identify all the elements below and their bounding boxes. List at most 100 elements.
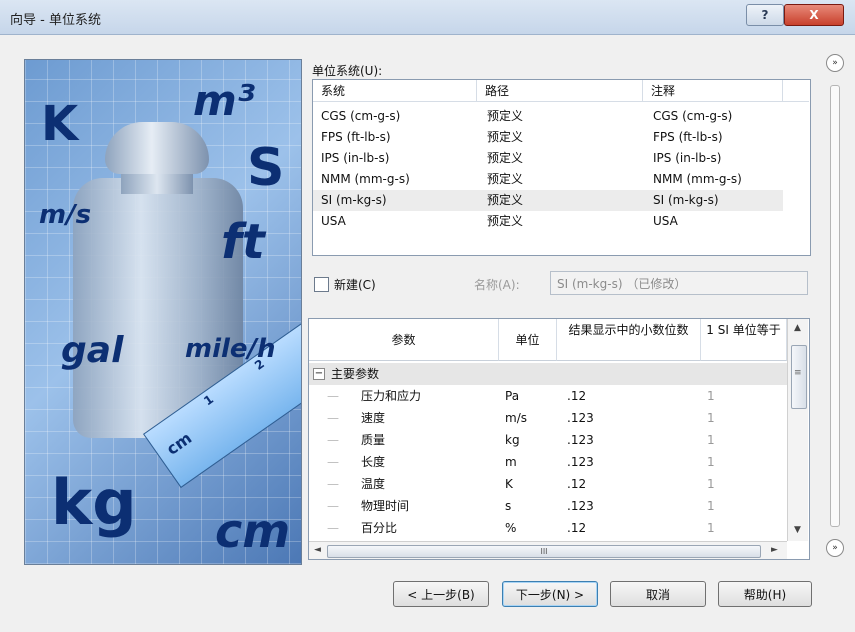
table-row[interactable]: — 速度 m/s .123 1 — [309, 407, 789, 429]
system-note: IPS (in-lb-s) — [653, 151, 722, 165]
cancel-button[interactable]: 取消 — [610, 581, 706, 607]
wizard-content: cm 1 2 3 K m³ S m/s ft gal mile/h kg cm … — [0, 35, 855, 632]
unit-m3: m³ — [193, 76, 256, 125]
weight-knob — [105, 122, 209, 174]
tree-line: — — [327, 389, 339, 403]
system-note: SI (m-kg-s) — [653, 193, 719, 207]
column-header-unit[interactable]: 单位 — [499, 319, 557, 361]
param-name: 物理时间 — [361, 499, 410, 513]
table-row[interactable]: — 物理时间 s .123 1 — [309, 495, 789, 517]
unit-ms: m/s — [39, 200, 92, 230]
name-field: SI (m-kg-s) （已修改） — [550, 271, 808, 295]
tree-line: — — [327, 433, 339, 447]
column-header-path[interactable]: 路径 — [477, 80, 643, 102]
param-decimals: .123 — [567, 411, 594, 425]
list-item[interactable]: NMM (mm-g-s) 预定义 NMM (mm-g-s) — [313, 169, 783, 190]
column-header-decimals[interactable]: 结果显示中的小数位数 — [557, 319, 701, 361]
param-unit: m/s — [505, 411, 527, 425]
param-unit: m — [505, 455, 517, 469]
system-name: FPS (ft-lb-s) — [321, 130, 391, 144]
list-item-selected[interactable]: SI (m-kg-s) 预定义 SI (m-kg-s) — [313, 190, 783, 211]
collapse-top-icon[interactable]: » — [826, 54, 844, 72]
back-button[interactable]: < 上一步(B) — [393, 581, 489, 607]
collapse-toggle-icon[interactable]: − — [313, 368, 325, 380]
param-unit: K — [505, 477, 513, 491]
unit-mile-h: mile/h — [185, 334, 276, 364]
system-path: 预定义 — [487, 130, 524, 144]
param-unit: % — [505, 521, 517, 535]
table-row[interactable]: — 长度 m .123 1 — [309, 451, 789, 473]
scroll-up-icon[interactable]: ▲ — [794, 323, 801, 333]
group-row-main[interactable]: − 主要参数 — [309, 363, 789, 385]
system-path: 预定义 — [487, 193, 524, 207]
param-name: 百分比 — [361, 521, 398, 535]
param-si: 1 — [707, 411, 715, 425]
system-note: NMM (mm-g-s) — [653, 172, 742, 186]
param-decimals: .12 — [567, 477, 587, 491]
param-decimals: .123 — [567, 499, 594, 513]
param-unit: s — [505, 499, 512, 513]
table-row[interactable]: — 温度 K .12 1 — [309, 473, 789, 495]
unit-system-list[interactable]: 系统 路径 注释 CGS (cm-g-s) 预定义 CGS (cm-g-s) F… — [312, 79, 811, 256]
system-note: USA — [653, 214, 678, 228]
parameter-grid[interactable]: 参数 单位 结果显示中的小数位数 1 SI 单位等于 − 主要参数 — 压力和应… — [308, 318, 810, 560]
header-text: 1 SI 单位等于 — [706, 323, 781, 337]
param-decimals: .123 — [567, 433, 594, 447]
horizontal-scrollbar[interactable]: ◄ III ► — [309, 541, 787, 559]
system-name: SI (m-kg-s) — [321, 193, 387, 207]
column-header-parameter[interactable]: 参数 — [309, 319, 499, 361]
next-button[interactable]: 下一步(N) > — [502, 581, 598, 607]
unit-ft: ft — [221, 214, 265, 270]
unit-gal: gal — [61, 330, 124, 371]
param-decimals: .123 — [567, 455, 594, 469]
list-item[interactable]: USA 预定义 USA — [313, 211, 783, 232]
unit-system-label: 单位系统(U): — [312, 64, 383, 78]
list-item[interactable]: CGS (cm-g-s) 预定义 CGS (cm-g-s) — [313, 106, 783, 127]
table-row[interactable]: — 百分比 % .12 1 — [309, 517, 789, 539]
tree-line: — — [327, 477, 339, 491]
param-name: 长度 — [361, 455, 386, 469]
collapse-bottom-icon[interactable]: » — [826, 539, 844, 557]
param-decimals: .12 — [567, 389, 587, 403]
system-path: 预定义 — [487, 151, 524, 165]
new-checkbox[interactable] — [314, 277, 329, 292]
scroll-left-icon[interactable]: ◄ — [314, 545, 321, 555]
close-icon[interactable]: X — [784, 4, 844, 26]
column-header-notes[interactable]: 注释 — [643, 80, 783, 102]
tree-line: — — [327, 455, 339, 469]
param-si: 1 — [707, 521, 715, 535]
table-row[interactable]: — 质量 kg .123 1 — [309, 429, 789, 451]
tree-line: — — [327, 521, 339, 535]
column-header-filler — [783, 80, 809, 102]
ruler-mark: 1 — [201, 392, 217, 409]
grip-icon: ≡ — [794, 368, 802, 378]
param-decimals: .12 — [567, 521, 587, 535]
tree-line: — — [327, 499, 339, 513]
column-header-system[interactable]: 系统 — [313, 80, 477, 102]
param-si: 1 — [707, 455, 715, 469]
vertical-scroll-thumb[interactable]: ≡ — [791, 345, 807, 409]
system-name: NMM (mm-g-s) — [321, 172, 410, 186]
unit-kg: kg — [51, 466, 137, 539]
param-si: 1 — [707, 477, 715, 491]
horizontal-scroll-thumb[interactable]: III — [327, 545, 761, 558]
list-item[interactable]: IPS (in-lb-s) 预定义 IPS (in-lb-s) — [313, 148, 783, 169]
header-text: 参数 — [391, 333, 416, 347]
system-note: FPS (ft-lb-s) — [653, 130, 723, 144]
param-unit: Pa — [505, 389, 520, 403]
list-item[interactable]: FPS (ft-lb-s) 预定义 FPS (ft-lb-s) — [313, 127, 783, 148]
unit-cm: cm — [215, 504, 291, 558]
vertical-scrollbar[interactable]: ▲ ≡ ▼ — [787, 319, 808, 541]
scroll-right-icon[interactable]: ► — [771, 545, 778, 555]
system-name: IPS (in-lb-s) — [321, 151, 390, 165]
scroll-down-icon[interactable]: ▼ — [794, 525, 801, 535]
help-button[interactable]: 帮助(H) — [718, 581, 812, 607]
ruler-mark: cm — [162, 428, 196, 459]
column-header-si-equivalent[interactable]: 1 SI 单位等于 — [701, 319, 787, 361]
new-checkbox-label[interactable]: 新建(C) — [334, 276, 376, 293]
header-text: 结果显示中的小数位数 — [568, 323, 689, 337]
table-row[interactable]: — 压力和应力 Pa .12 1 — [309, 385, 789, 407]
group-label: 主要参数 — [331, 367, 380, 381]
help-icon[interactable]: ? — [746, 4, 784, 26]
name-label: 名称(A): — [474, 278, 520, 292]
